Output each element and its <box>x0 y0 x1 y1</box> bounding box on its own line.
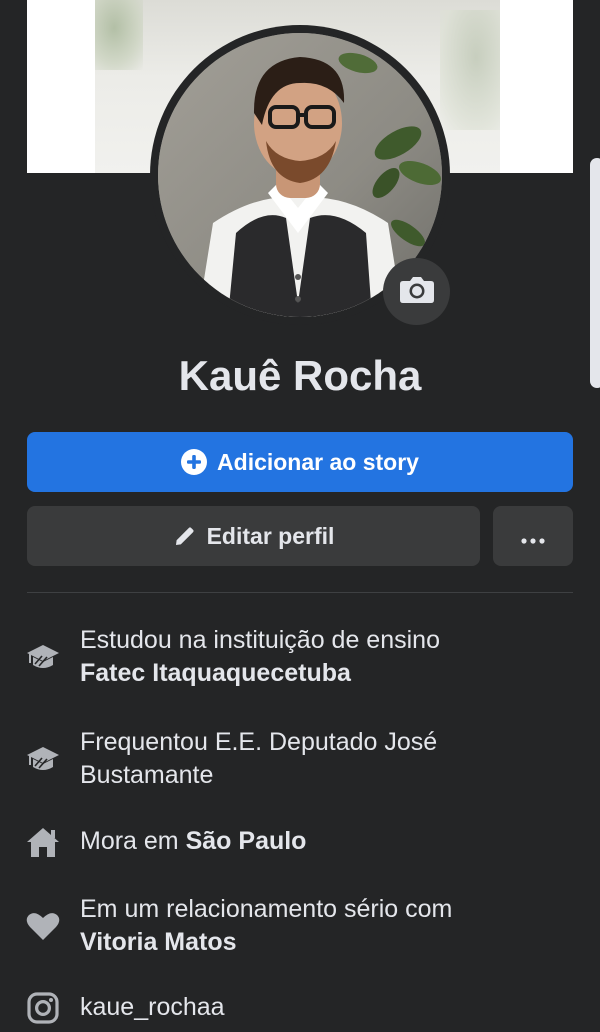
graduation-cap-icon <box>26 742 60 776</box>
detail-text: Mora em São Paulo <box>80 825 580 858</box>
graduation-cap-icon <box>26 640 60 674</box>
edit-profile-button[interactable]: Editar perfil <box>27 506 480 566</box>
more-options-button[interactable] <box>493 506 573 566</box>
more-dots-icon <box>521 523 545 550</box>
add-to-story-button[interactable]: Adicionar ao story <box>27 432 573 492</box>
detail-prefix: Mora em <box>80 827 179 855</box>
plus-circle-icon <box>181 449 208 475</box>
detail-value[interactable]: Fatec Itaquaquecetuba <box>80 659 351 687</box>
profile-name: Kauê Rocha <box>178 352 422 399</box>
add-to-story-label: Adicionar ao story <box>217 448 419 475</box>
detail-value[interactable]: Vitoria Matos <box>80 928 237 956</box>
detail-text: Em um relacionamento sério com Vitoria M… <box>80 893 580 959</box>
instagram-handle[interactable]: kaue_rochaa <box>80 991 580 1024</box>
pencil-icon <box>173 524 197 548</box>
detail-prefix: Em um relacionamento sério com <box>80 895 453 923</box>
camera-icon <box>399 274 435 309</box>
home-icon <box>26 825 60 859</box>
edit-profile-label: Editar perfil <box>206 522 335 549</box>
change-profile-picture-button[interactable] <box>383 258 450 325</box>
divider <box>27 592 573 593</box>
detail-value[interactable]: São Paulo <box>186 827 307 855</box>
detail-text: Estudou na instituição de ensino Fatec I… <box>80 624 580 690</box>
profile-page: Kauê Rocha Adicionar ao story Editar per… <box>0 0 600 1032</box>
instagram-icon <box>26 991 60 1025</box>
heart-icon <box>26 909 60 943</box>
detail-prefix: Estudou na instituição de ensino <box>80 626 440 654</box>
detail-text: Frequentou E.E. Deputado José Bustamante <box>80 728 438 789</box>
